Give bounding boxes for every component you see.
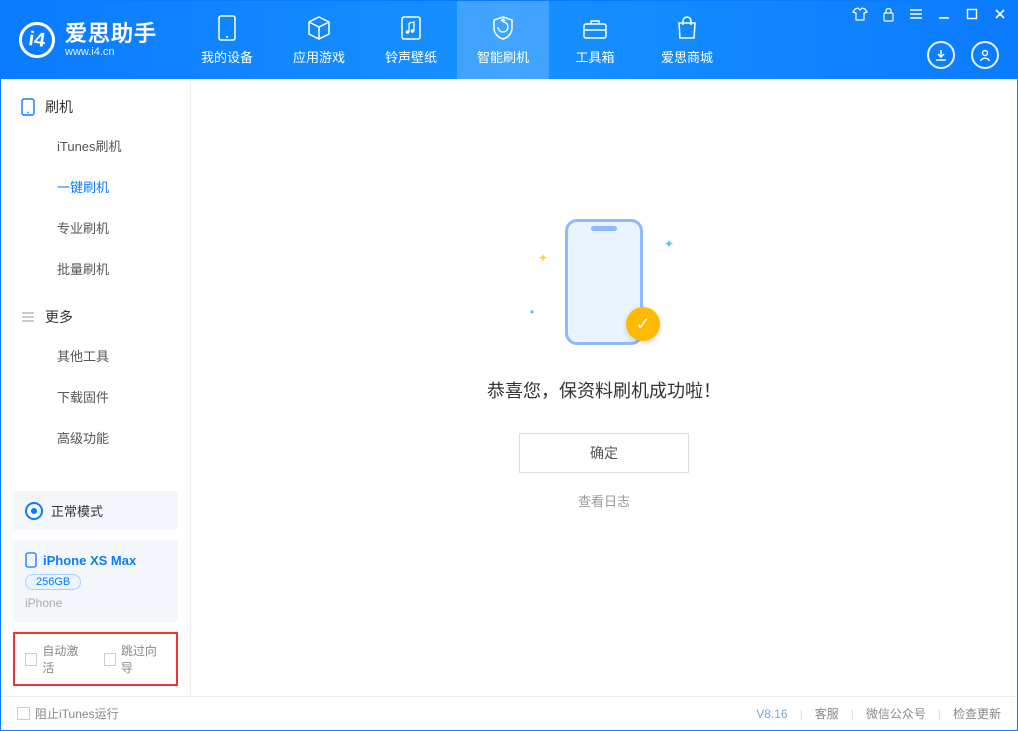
maximize-button[interactable]	[963, 5, 981, 23]
version-label: V8.16	[756, 707, 787, 721]
window-controls	[851, 5, 1009, 23]
checkbox-label: 自动激活	[42, 642, 87, 676]
sidebar-section-title: 刷机	[45, 97, 73, 117]
sparkle-icon: •	[530, 305, 534, 319]
sidebar-section-more: 更多	[1, 289, 190, 335]
sidebar-section-title: 更多	[45, 307, 73, 327]
tab-label: 应用游戏	[293, 47, 345, 66]
app-window: i4 爱思助手 www.i4.cn 我的设备 应用游戏 铃声壁纸 智能刷机	[0, 0, 1018, 731]
tab-label: 智能刷机	[477, 47, 529, 66]
user-button[interactable]	[971, 41, 999, 69]
toolbox-icon	[582, 15, 608, 41]
sidebar-item-oneclick-flash[interactable]: 一键刷机	[1, 166, 190, 207]
check-update-link[interactable]: 检查更新	[953, 705, 1001, 722]
sidebar-item-advanced[interactable]: 高级功能	[1, 417, 190, 458]
shield-icon	[491, 15, 515, 41]
success-illustration: ✦ ✦ • ✓	[524, 219, 684, 349]
device-box[interactable]: iPhone XS Max 256GB iPhone	[13, 540, 178, 622]
minimize-button[interactable]	[935, 5, 953, 23]
footer-right: V8.16 | 客服 | 微信公众号 | 检查更新	[756, 705, 1001, 722]
sidebar-item-other-tools[interactable]: 其他工具	[1, 335, 190, 376]
app-title: 爱思助手	[65, 22, 157, 46]
tab-ringtones-wallpapers[interactable]: 铃声壁纸	[365, 1, 457, 79]
sidebar-item-batch-flash[interactable]: 批量刷机	[1, 248, 190, 289]
tab-smart-flash[interactable]: 智能刷机	[457, 1, 549, 79]
checkbox-icon	[25, 653, 37, 666]
close-button[interactable]	[991, 5, 1009, 23]
tab-toolbox[interactable]: 工具箱	[549, 1, 641, 79]
checkbox-icon	[104, 653, 116, 666]
device-name: iPhone XS Max	[43, 553, 136, 568]
tab-label: 工具箱	[576, 47, 615, 66]
sidebar-bottom: 正常模式 iPhone XS Max 256GB iPhone 自动激活	[1, 491, 190, 696]
sidebar-item-download-firmware[interactable]: 下载固件	[1, 376, 190, 417]
logo-icon: i4	[17, 20, 58, 61]
mode-box[interactable]: 正常模式	[13, 491, 178, 530]
device-icon	[218, 15, 236, 41]
download-button[interactable]	[927, 41, 955, 69]
header: i4 爱思助手 www.i4.cn 我的设备 应用游戏 铃声壁纸 智能刷机	[1, 1, 1017, 79]
sidebar: 刷机 iTunes刷机 一键刷机 专业刷机 批量刷机 更多 其他工具 下载固件 …	[1, 79, 191, 696]
main-tabs: 我的设备 应用游戏 铃声壁纸 智能刷机 工具箱 爱思商城	[181, 1, 733, 79]
view-log-link[interactable]: 查看日志	[578, 491, 630, 510]
sparkle-icon: ✦	[538, 251, 548, 265]
header-bottom-icons	[927, 41, 999, 69]
options-row: 自动激活 跳过向导	[13, 632, 178, 686]
checkbox-skip-guide[interactable]: 跳过向导	[104, 642, 167, 676]
tab-label: 我的设备	[201, 47, 253, 66]
tab-label: 铃声壁纸	[385, 47, 437, 66]
logo-block: i4 爱思助手 www.i4.cn	[1, 1, 175, 79]
menu-icon[interactable]	[907, 5, 925, 23]
checkbox-auto-activate[interactable]: 自动激活	[25, 642, 88, 676]
phone-icon	[21, 98, 35, 116]
sidebar-item-pro-flash[interactable]: 专业刷机	[1, 207, 190, 248]
cube-icon	[306, 15, 332, 41]
device-type: iPhone	[25, 596, 166, 610]
list-icon	[21, 311, 35, 323]
mode-icon	[25, 502, 43, 520]
success-text: 恭喜您，保资料刷机成功啦！	[487, 377, 721, 403]
body: 刷机 iTunes刷机 一键刷机 专业刷机 批量刷机 更多 其他工具 下载固件 …	[1, 79, 1017, 696]
device-phone-icon	[25, 552, 37, 568]
wechat-link[interactable]: 微信公众号	[866, 705, 926, 722]
tab-apps-games[interactable]: 应用游戏	[273, 1, 365, 79]
checkbox-label: 阻止iTunes运行	[35, 705, 119, 722]
device-storage-badge: 256GB	[25, 574, 81, 590]
bag-icon	[676, 15, 698, 41]
main-content: ✦ ✦ • ✓ 恭喜您，保资料刷机成功啦！ 确定 查看日志	[191, 79, 1017, 696]
app-subtitle: www.i4.cn	[65, 46, 157, 58]
music-icon	[400, 15, 422, 41]
ok-button[interactable]: 确定	[519, 433, 689, 473]
sparkle-icon: ✦	[664, 237, 674, 251]
support-link[interactable]: 客服	[815, 705, 839, 722]
success-check-icon: ✓	[626, 307, 660, 341]
checkbox-block-itunes[interactable]: 阻止iTunes运行	[17, 705, 119, 722]
sidebar-item-itunes-flash[interactable]: iTunes刷机	[1, 125, 190, 166]
tab-store[interactable]: 爱思商城	[641, 1, 733, 79]
mode-label: 正常模式	[51, 501, 103, 520]
sidebar-section-flash: 刷机	[1, 79, 190, 125]
checkbox-icon	[17, 707, 30, 720]
tab-label: 爱思商城	[661, 47, 713, 66]
tab-my-device[interactable]: 我的设备	[181, 1, 273, 79]
checkbox-label: 跳过向导	[121, 642, 166, 676]
footer: 阻止iTunes运行 V8.16 | 客服 | 微信公众号 | 检查更新	[1, 696, 1017, 730]
lock-icon[interactable]	[879, 5, 897, 23]
shirt-icon[interactable]	[851, 5, 869, 23]
